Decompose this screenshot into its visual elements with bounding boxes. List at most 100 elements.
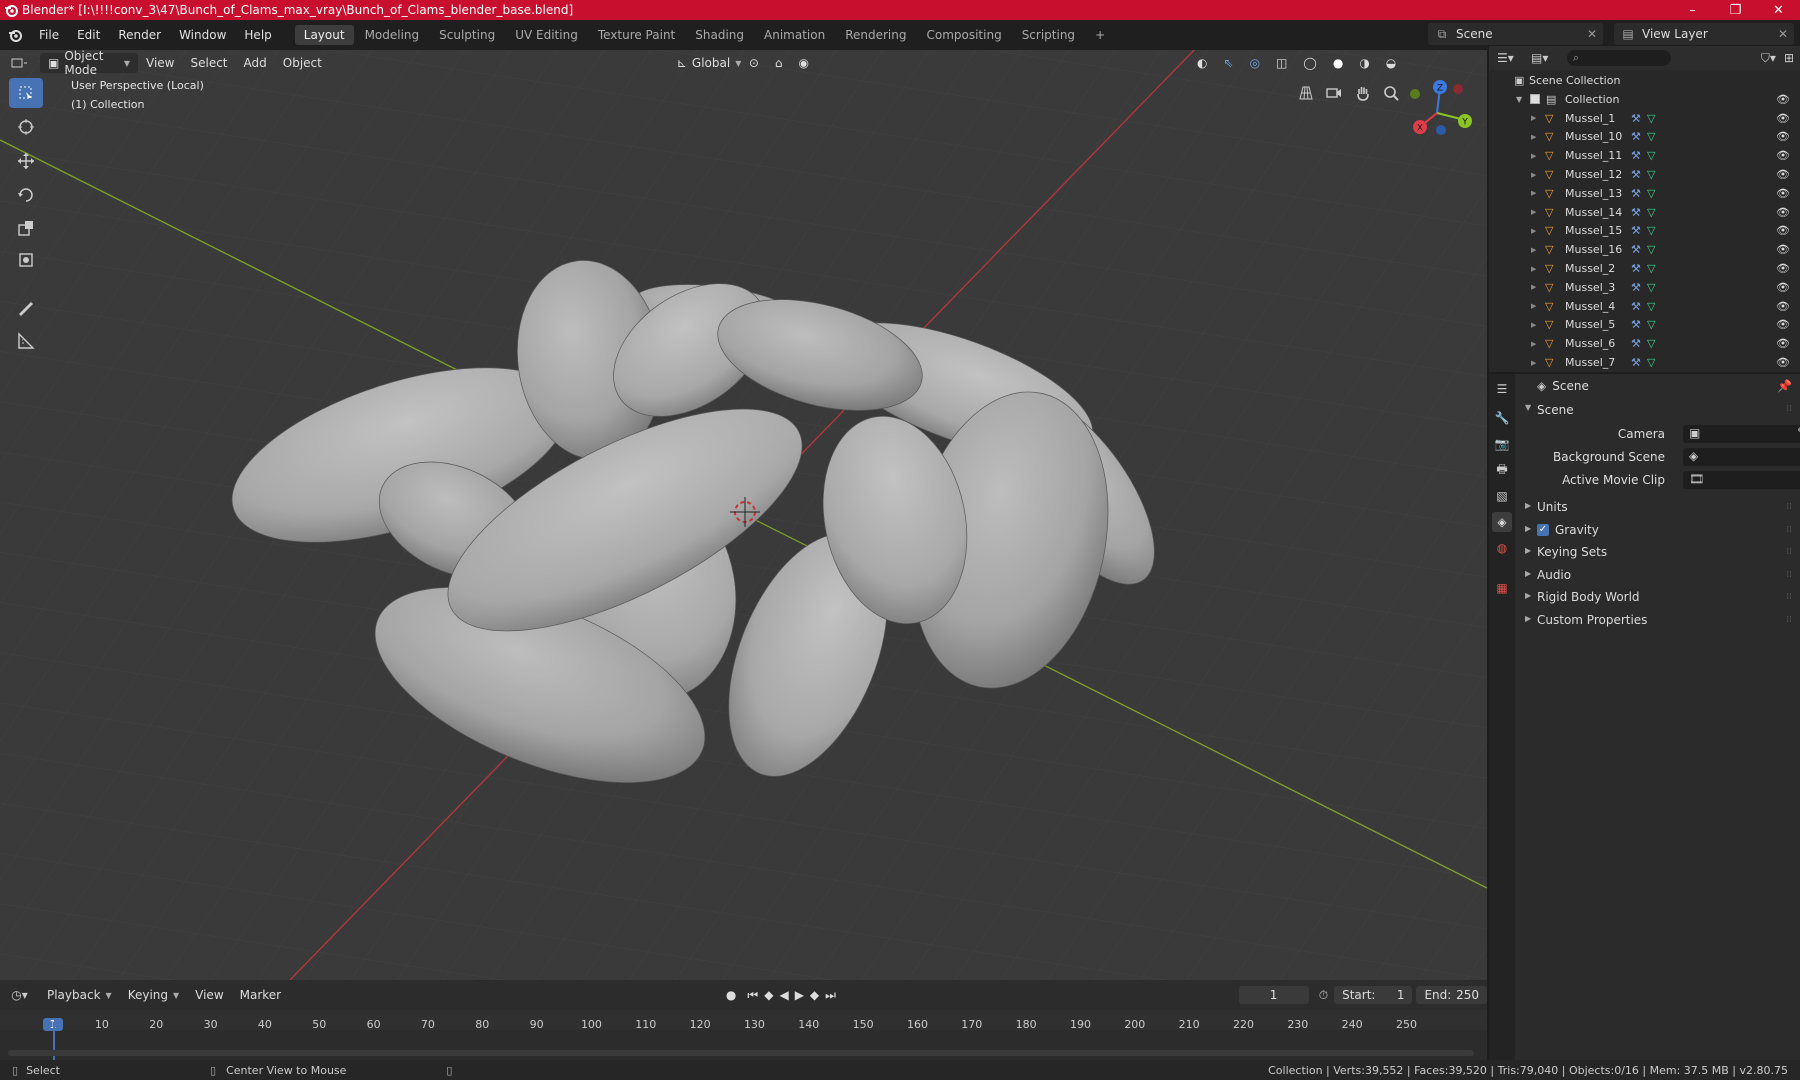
outliner-object-row[interactable]: ▶ ▽ Mussel_7 ⚒ ▽ 👁 (1489, 353, 1800, 372)
output-tab-icon[interactable]: 🖶 (1492, 460, 1512, 480)
jump-end-icon[interactable]: ⏭ (822, 988, 839, 1003)
view-layer-tab-icon[interactable]: ▧ (1492, 486, 1512, 506)
overlays-icon[interactable]: ◎ (1242, 53, 1268, 73)
expand-arrow-icon[interactable]: ▶ (1531, 246, 1536, 254)
modifier-wrench-icon[interactable]: ⚒ (1631, 149, 1641, 162)
jump-keyframe-forward-icon[interactable]: ◆ (807, 988, 822, 1002)
menu-select[interactable]: Select (182, 53, 235, 73)
jump-keyframe-back-icon[interactable]: ◆ (761, 988, 776, 1002)
camera-view-icon[interactable] (1321, 80, 1347, 106)
mesh-data-icon[interactable]: ▽ (1647, 262, 1655, 275)
rotate-tool-icon[interactable] (9, 180, 43, 210)
expand-arrow-icon[interactable]: ▶ (1531, 133, 1536, 141)
world-tab-icon[interactable]: ◍ (1492, 538, 1512, 558)
visibility-icon[interactable]: ◐ (1189, 53, 1215, 73)
jump-start-icon[interactable]: ⏮ (744, 988, 761, 1003)
visibility-eye-icon[interactable]: 👁 (1776, 187, 1790, 200)
play-reverse-icon[interactable]: ◀ (776, 988, 791, 1002)
navigation-gizmo[interactable]: Z Y X (1402, 78, 1472, 148)
modifier-wrench-icon[interactable]: ⚒ (1631, 281, 1641, 294)
new-collection-icon[interactable]: ⊞ (1784, 51, 1794, 65)
tool-tab-icon[interactable]: 🔧 (1492, 408, 1512, 428)
gravity-section[interactable]: ▶ ✓ Gravity ⁞⁞ (1515, 521, 1800, 541)
mesh-data-icon[interactable]: ▽ (1647, 337, 1655, 350)
drag-handle-icon[interactable]: ⁞⁞ (1786, 502, 1792, 512)
visibility-eye-icon[interactable]: 👁 (1776, 130, 1790, 143)
annotate-tool-icon[interactable] (9, 293, 43, 323)
select-box-tool-icon[interactable] (9, 78, 43, 108)
expand-arrow-icon[interactable]: ▶ (1531, 302, 1536, 310)
mesh-data-icon[interactable]: ▽ (1647, 243, 1655, 256)
mesh-data-icon[interactable]: ▽ (1647, 149, 1655, 162)
transform-orientation-dropdown[interactable]: ⊾ Global ▼ (669, 53, 742, 73)
menu-edit[interactable]: Edit (68, 28, 109, 42)
outliner-object-row[interactable]: ▶ ▽ Mussel_13 ⚒ ▽ 👁 (1489, 184, 1800, 203)
scale-tool-icon[interactable] (9, 213, 43, 243)
visibility-eye-icon[interactable]: 👁 (1776, 168, 1790, 181)
measure-tool-icon[interactable] (9, 326, 43, 356)
modifier-wrench-icon[interactable]: ⚒ (1631, 243, 1641, 256)
mesh-data-icon[interactable]: ▽ (1647, 300, 1655, 313)
menu-add[interactable]: Add (236, 53, 275, 73)
expand-arrow-icon[interactable]: ▶ (1531, 265, 1536, 273)
cursor-tool-icon[interactable] (9, 112, 43, 142)
modifier-wrench-icon[interactable]: ⚒ (1631, 187, 1641, 200)
filter-icon[interactable]: ⛉▾ (1761, 51, 1776, 66)
mesh-data-icon[interactable]: ▽ (1647, 356, 1655, 369)
tab-texture-paint[interactable]: Texture Paint (589, 25, 684, 45)
playback-dropdown[interactable]: Playback ▼ (39, 985, 120, 1005)
audio-section[interactable]: ▶ Audio ⁞⁞ (1515, 566, 1800, 586)
mesh-data-icon[interactable]: ▽ (1647, 318, 1655, 331)
gravity-checkbox[interactable]: ✓ (1537, 524, 1549, 536)
modifier-wrench-icon[interactable]: ⚒ (1631, 337, 1641, 350)
mesh-data-icon[interactable]: ▽ (1647, 281, 1655, 294)
expand-arrow-icon[interactable]: ▶ (1531, 189, 1536, 197)
outliner-object-row[interactable]: ▶ ▽ Mussel_4 ⚒ ▽ 👁 (1489, 297, 1800, 316)
tab-sculpting[interactable]: Sculpting (430, 25, 504, 45)
background-scene-field[interactable]: ◈ (1683, 448, 1800, 466)
modifier-wrench-icon[interactable]: ⚒ (1631, 262, 1641, 275)
tab-rendering[interactable]: Rendering (836, 25, 915, 45)
mesh-data-icon[interactable]: ▽ (1647, 112, 1655, 125)
units-section[interactable]: ▶ Units ⁞⁞ (1515, 498, 1800, 518)
gizmo-toggle-icon[interactable]: ⇖ (1216, 53, 1242, 73)
expand-arrow-icon[interactable]: ▶ (1531, 340, 1536, 348)
mesh-data-icon[interactable]: ▽ (1647, 130, 1655, 143)
visibility-eye-icon[interactable]: 👁 (1776, 356, 1790, 369)
modifier-wrench-icon[interactable]: ⚒ (1631, 206, 1641, 219)
view-layer-selector[interactable]: ▤ View Layer ✕ (1614, 23, 1794, 45)
display-mode-icon[interactable]: ▤▾ (1531, 51, 1567, 65)
outliner-object-row[interactable]: ▶ ▽ Mussel_15 ⚒ ▽ 👁 (1489, 222, 1800, 241)
expand-arrow-icon[interactable]: ▶ (1531, 152, 1536, 160)
expand-arrow-icon[interactable]: ▼ (1516, 95, 1522, 104)
menu-render[interactable]: Render (109, 28, 170, 42)
move-tool-icon[interactable] (9, 146, 43, 176)
expand-arrow-icon[interactable]: ▶ (1531, 171, 1536, 179)
visibility-eye-icon[interactable]: 👁 (1776, 224, 1790, 237)
outliner-object-row[interactable]: ▶ ▽ Mussel_1 ⚒ ▽ 👁 (1489, 109, 1800, 128)
xray-icon[interactable]: ◫ (1268, 53, 1295, 73)
object-mode-dropdown[interactable]: ▣ Object Mode ▼ (40, 50, 138, 77)
menu-window[interactable]: Window (170, 28, 235, 42)
outliner-object-row[interactable]: ▶ ▽ Mussel_12 ⚒ ▽ 👁 (1489, 165, 1800, 184)
render-tab-icon[interactable]: 📷 (1492, 434, 1512, 454)
expand-arrow-icon[interactable]: ▶ (1531, 321, 1536, 329)
expand-arrow-icon[interactable]: ▶ (1531, 359, 1536, 367)
start-frame-field[interactable]: Start: 1 (1334, 986, 1413, 1004)
shading-rendered-icon[interactable]: ◒ (1378, 53, 1404, 73)
view-layer-close-icon[interactable]: ✕ (1778, 27, 1788, 41)
tab-uv-editing[interactable]: UV Editing (506, 25, 587, 45)
pin-icon[interactable]: 📌 (1777, 379, 1792, 393)
modifier-wrench-icon[interactable]: ⚒ (1631, 112, 1641, 125)
rigid-body-world-section[interactable]: ▶ Rigid Body World ⁞⁞ (1515, 588, 1800, 608)
expand-arrow-icon[interactable]: ▶ (1531, 227, 1536, 235)
zoom-icon[interactable] (1378, 80, 1404, 106)
outliner-collection[interactable]: ▼ ▤ Collection 👁 (1489, 90, 1800, 109)
keying-dropdown[interactable]: Keying ▼ (120, 985, 187, 1005)
outliner-editor-type-icon[interactable]: ☰▾ (1497, 51, 1531, 65)
outliner-object-row[interactable]: ▶ ▽ Mussel_5 ⚒ ▽ 👁 (1489, 316, 1800, 335)
mesh-data-icon[interactable]: ▽ (1647, 187, 1655, 200)
visibility-eye-icon[interactable]: 👁 (1776, 262, 1790, 275)
blender-menu-icon[interactable] (0, 28, 30, 42)
visibility-eye-icon[interactable]: 👁 (1776, 149, 1790, 162)
